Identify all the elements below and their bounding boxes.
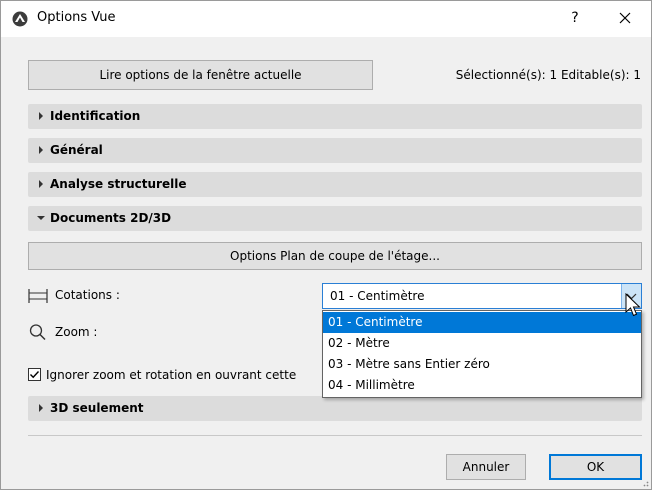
cancel-button[interactable]: Annuler xyxy=(446,454,526,480)
dropdown-option[interactable]: 04 - Millimètre xyxy=(323,375,641,396)
app-logo-icon xyxy=(12,11,28,27)
ignore-zoom-rotation-label: Ignorer zoom et rotation en ouvrant cett… xyxy=(46,368,297,382)
checkmark-icon xyxy=(30,371,40,379)
options-vue-dialog: Options Vue ? Lire options de la fenêtre… xyxy=(0,0,652,490)
section-label: Analyse structurelle xyxy=(50,177,187,191)
ok-button[interactable]: OK xyxy=(549,454,642,480)
selection-info: Sélectionné(s): 1 Editable(s): 1 xyxy=(455,68,641,82)
magnifier-icon xyxy=(29,324,46,341)
section-general[interactable]: Général xyxy=(28,138,642,163)
floor-plan-cut-options-button[interactable]: Options Plan de coupe de l'étage... xyxy=(28,242,642,270)
dimension-icon xyxy=(28,289,48,303)
dimensions-dropdown-list: 01 - Centimètre 02 - Mètre 03 - Mètre sa… xyxy=(322,310,642,398)
zoom-label: Zoom : xyxy=(55,325,98,339)
dimensions-label: Cotations : xyxy=(55,288,120,302)
dropdown-option[interactable]: 03 - Mètre sans Entier zéro xyxy=(323,354,641,375)
section-label: Identification xyxy=(50,109,141,123)
dropdown-option[interactable]: 02 - Mètre xyxy=(323,333,641,354)
ignore-zoom-rotation-checkbox[interactable] xyxy=(28,368,41,381)
dimensions-select-value: 01 - Centimètre xyxy=(330,289,425,303)
close-button[interactable] xyxy=(607,3,643,33)
section-3d-only[interactable]: 3D seulement xyxy=(28,396,642,421)
section-documents-2d3d[interactable]: Documents 2D/3D xyxy=(28,206,642,231)
expand-triangle-icon xyxy=(39,180,43,188)
section-structural-analysis[interactable]: Analyse structurelle xyxy=(28,172,642,197)
collapse-triangle-icon xyxy=(37,216,45,220)
expand-triangle-icon xyxy=(39,146,43,154)
mouse-pointer-icon xyxy=(625,293,641,317)
section-label: 3D seulement xyxy=(50,401,144,415)
window-title: Options Vue xyxy=(37,10,116,25)
section-identification[interactable]: Identification xyxy=(28,104,642,129)
section-label: Documents 2D/3D xyxy=(50,211,172,225)
dimensions-select[interactable]: 01 - Centimètre xyxy=(322,283,642,309)
section-label: Général xyxy=(50,143,103,157)
read-current-window-options-button[interactable]: Lire options de la fenêtre actuelle xyxy=(28,60,373,90)
resize-grip-icon[interactable] xyxy=(641,479,649,487)
expand-triangle-icon xyxy=(39,112,43,120)
dropdown-option[interactable]: 01 - Centimètre xyxy=(323,312,641,333)
title-bar[interactable]: Options Vue ? xyxy=(1,1,651,37)
expand-triangle-icon xyxy=(39,404,43,412)
footer-divider xyxy=(28,435,642,436)
close-icon xyxy=(619,12,631,24)
help-button[interactable]: ? xyxy=(557,3,593,33)
